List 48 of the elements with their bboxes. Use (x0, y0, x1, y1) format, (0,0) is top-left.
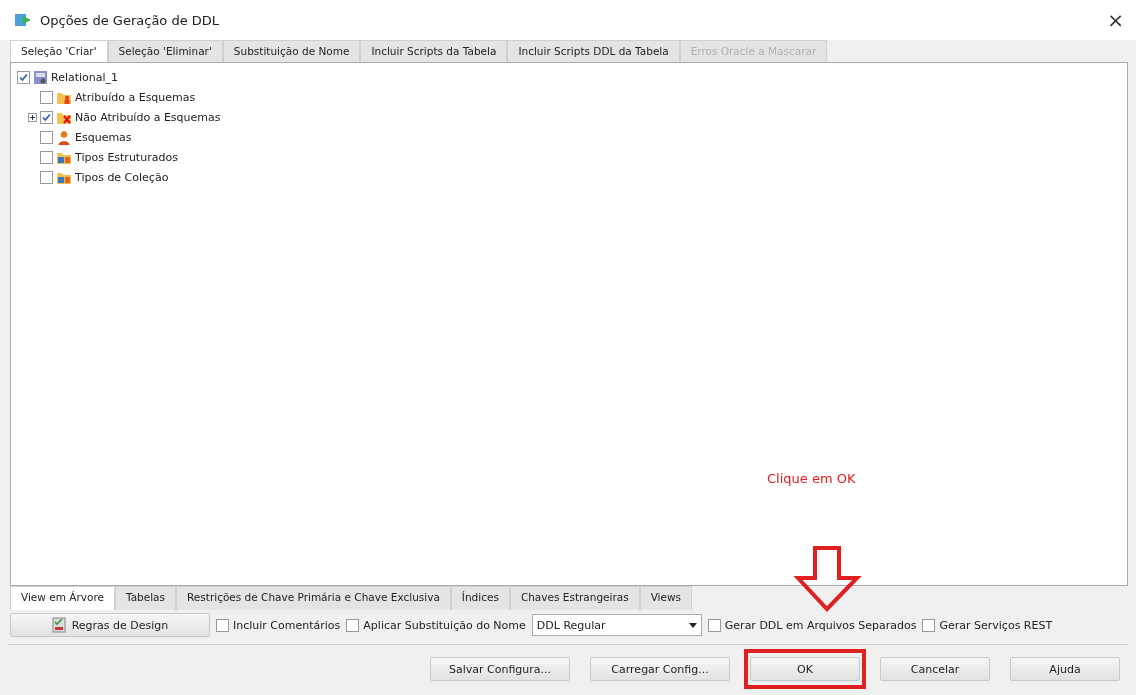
checkbox[interactable] (40, 130, 53, 144)
checkbox[interactable] (40, 170, 53, 184)
annotation-text: Clique em OK (767, 471, 856, 486)
dialog-button[interactable]: Carregar Config... (590, 657, 730, 681)
tree-item[interactable]: Tipos Estruturados (75, 150, 178, 164)
dialog-button[interactable]: OK (750, 657, 860, 681)
dialog-button[interactable]: Salvar Configura... (430, 657, 570, 681)
caret-icon (688, 622, 697, 628)
tab[interactable]: Índices (450, 586, 510, 610)
tree-item[interactable]: Atribuído a Esquemas (75, 90, 196, 104)
tab[interactable]: Chaves Estrangeiras (509, 586, 640, 610)
tab[interactable]: View em Árvore (10, 586, 115, 610)
tab[interactable]: Restrições de Chave Primária e Chave Exclusiva (176, 586, 451, 610)
checkbox[interactable] (40, 110, 53, 124)
checkbox[interactable] (40, 90, 53, 104)
checkbox[interactable] (922, 618, 936, 632)
tree-item[interactable]: Esquemas (75, 130, 132, 144)
dialog-button[interactable]: Ajuda (1010, 657, 1120, 681)
tab[interactable]: Incluir Scripts da Tabela (360, 40, 508, 62)
app-icon (14, 12, 32, 28)
checkbox[interactable] (346, 618, 360, 632)
tab[interactable]: Views (639, 586, 693, 610)
expand-icon[interactable] (28, 112, 37, 122)
tab[interactable]: Seleção 'Criar' (10, 40, 108, 62)
checkbox-label: Gerar DDL em Arquivos Separados (724, 618, 917, 632)
tab[interactable]: Incluir Scripts DDL da Tabela (507, 40, 680, 62)
tab[interactable]: Seleção 'Eliminar' (107, 40, 223, 62)
tree-item[interactable]: Relational_1 (51, 70, 119, 84)
checkbox-label: Incluir Comentários (233, 618, 341, 632)
down-arrow-icon (793, 546, 863, 612)
rules-icon (51, 617, 66, 633)
window-title: Opções de Geração de DDL (40, 12, 221, 28)
checkbox[interactable] (707, 618, 721, 632)
close-icon[interactable]: × (1107, 8, 1124, 32)
design-rules-button[interactable]: Regras de Design (10, 613, 210, 637)
checkbox[interactable] (40, 150, 53, 164)
tab[interactable]: Tabelas (114, 586, 177, 610)
checkbox-label: Aplicar Substituição do Nome (363, 618, 526, 632)
checkbox[interactable] (17, 70, 30, 84)
tree-item[interactable]: Tipos de Coleção (75, 170, 169, 184)
checkbox[interactable] (216, 618, 229, 632)
tree-item[interactable]: Não Atribuído a Esquemas (75, 110, 221, 124)
tab[interactable]: Substituição de Nome (222, 40, 361, 62)
model-icon (33, 69, 48, 85)
dialog-button[interactable]: Cancelar (880, 657, 990, 681)
user-icon (56, 129, 72, 145)
checkbox-label: Gerar Serviços REST (939, 618, 1053, 632)
ddl-dropdown[interactable]: DDL Regular (531, 614, 702, 636)
